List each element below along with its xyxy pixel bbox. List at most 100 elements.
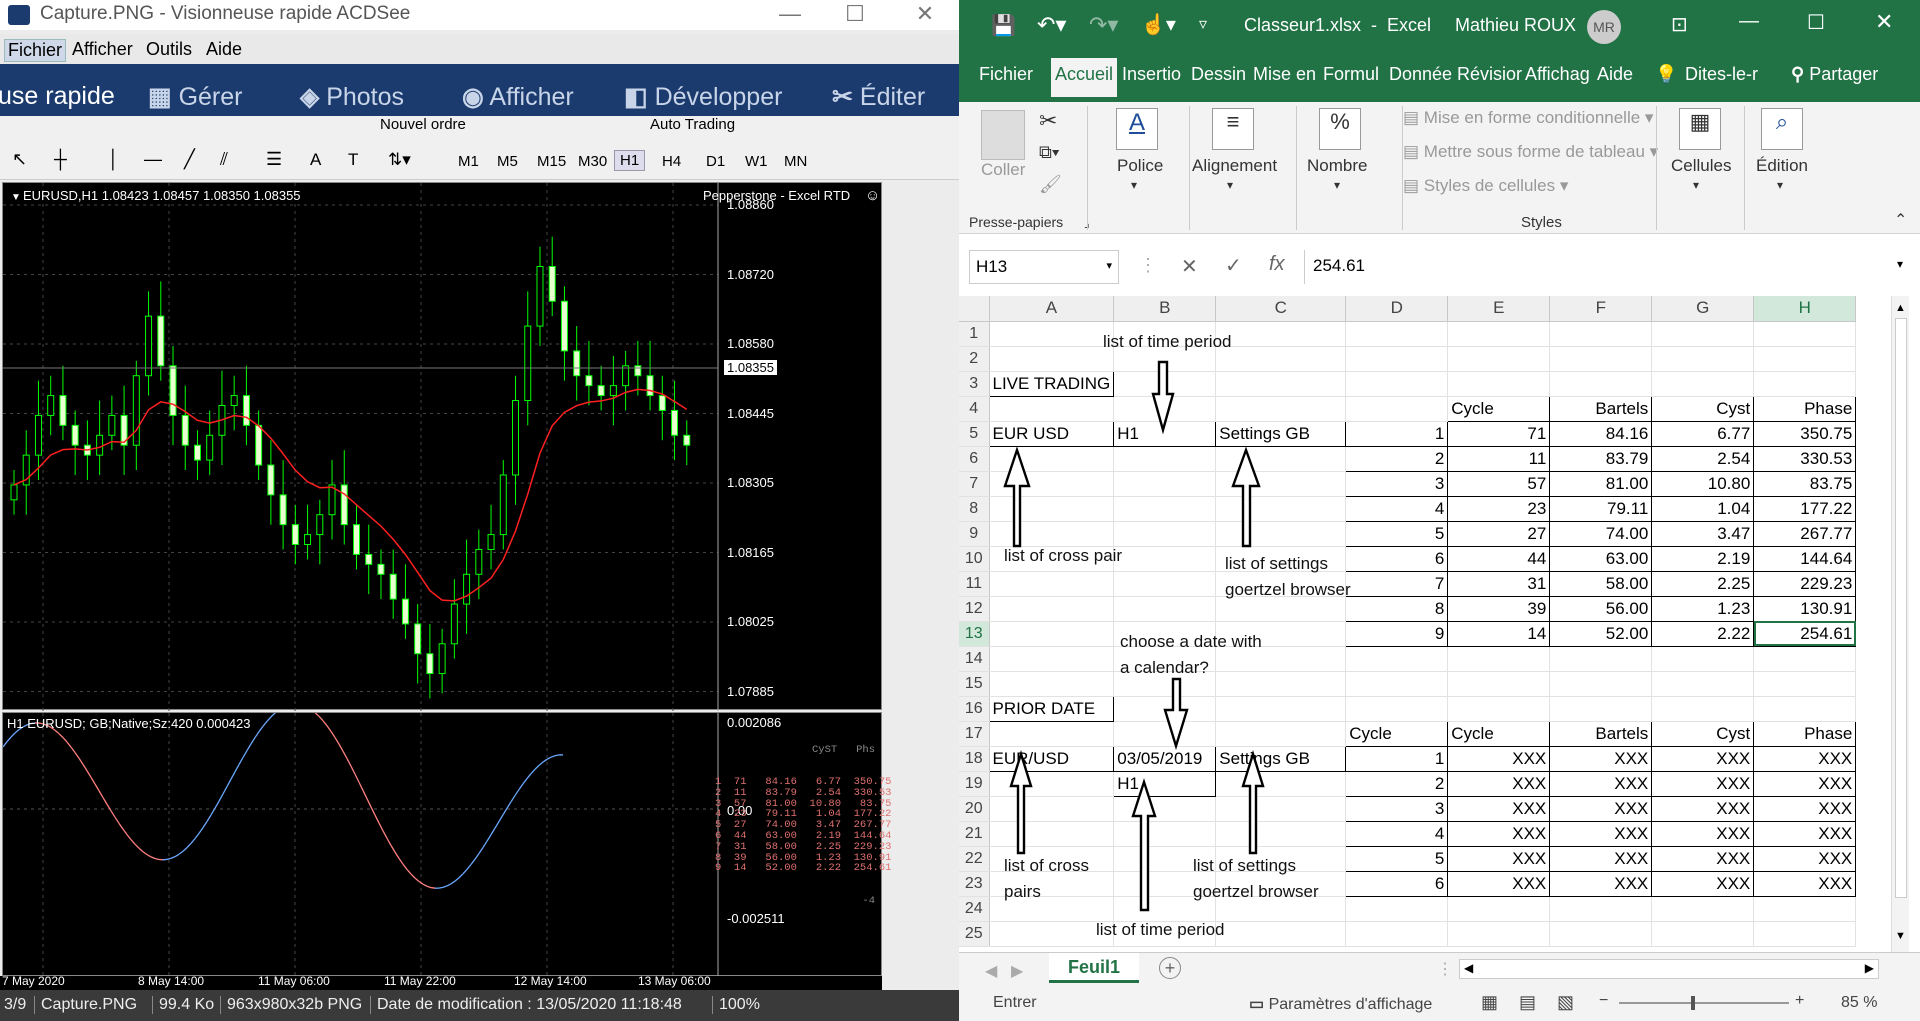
collapse-ribbon-icon[interactable]: ⌃ bbox=[1894, 210, 1907, 230]
format-as-table-button[interactable]: ▤ Mettre sous forme de tableau ▾ bbox=[1403, 142, 1658, 162]
trendline-icon[interactable]: ╱ bbox=[184, 149, 195, 170]
enter-icon[interactable]: ✓ bbox=[1225, 253, 1242, 278]
zoom-slider-thumb[interactable] bbox=[1691, 996, 1695, 1010]
cancel-icon[interactable]: ✕ bbox=[1181, 254, 1198, 279]
minimize-icon[interactable]: — bbox=[1739, 10, 1759, 33]
close-icon[interactable]: ✕ bbox=[895, 0, 955, 30]
text-icon[interactable]: A bbox=[310, 150, 321, 170]
label-icon[interactable]: T bbox=[348, 150, 358, 170]
formula-input[interactable]: 254.61 bbox=[1304, 250, 1912, 284]
tf-w1[interactable]: W1 bbox=[745, 153, 768, 170]
indicator-cycle-table: CyST Phs 1 71 84.16 6.77 350.75 2 11 83.7… bbox=[715, 723, 891, 928]
ribbon-display-icon[interactable]: ⊡ bbox=[1671, 12, 1688, 37]
touch-mode-icon[interactable]: ☝▾ bbox=[1141, 12, 1176, 37]
arrows-icon[interactable]: ⇅▾ bbox=[388, 150, 411, 170]
maximize-icon[interactable]: ☐ bbox=[825, 0, 885, 30]
customize-qat-icon[interactable]: ▿ bbox=[1199, 14, 1207, 34]
mode-photos[interactable]: ◈ Photos bbox=[300, 82, 404, 112]
editing-button[interactable]: Édition bbox=[1756, 156, 1808, 176]
auto-trading-button[interactable]: Auto Trading bbox=[650, 116, 735, 133]
menu-outils[interactable]: Outils bbox=[146, 39, 192, 60]
prev-sheet-icon[interactable]: ◀ bbox=[985, 961, 997, 981]
function-icon[interactable]: fx bbox=[1269, 253, 1285, 276]
mode-edit[interactable]: ✂ Éditer bbox=[832, 82, 925, 112]
tf-mn[interactable]: MN bbox=[784, 153, 807, 170]
share-button[interactable]: ⚲ Partager bbox=[1791, 64, 1878, 85]
scroll-right-icon[interactable]: ▶ bbox=[1865, 961, 1874, 975]
scroll-thumb[interactable] bbox=[1895, 318, 1907, 898]
mode-manage[interactable]: ▦ Gérer bbox=[148, 82, 242, 112]
number-button[interactable]: Nombre bbox=[1307, 156, 1367, 176]
expand-formula-icon[interactable]: ▾ bbox=[1897, 257, 1903, 271]
scroll-down-icon[interactable]: ▼ bbox=[1895, 930, 1906, 942]
normal-view-icon[interactable]: ▦ bbox=[1481, 992, 1498, 1013]
tf-m5[interactable]: M5 bbox=[497, 153, 518, 170]
indicator-header: H1 EURUSD; GB;Native;Sz:420 0.000423 bbox=[7, 716, 251, 731]
crosshair-icon[interactable]: ┼ bbox=[54, 149, 67, 170]
scroll-up-icon[interactable]: ▲ bbox=[1895, 302, 1906, 314]
tab-donnees[interactable]: Donnée bbox=[1389, 64, 1452, 85]
format-painter-icon[interactable]: 🖌 bbox=[1039, 174, 1062, 195]
fibonacci-icon[interactable]: ☰ bbox=[266, 149, 282, 170]
vertical-scrollbar[interactable]: ▲ ▼ bbox=[1891, 296, 1909, 952]
tab-revision[interactable]: Révisior bbox=[1457, 64, 1522, 85]
close-icon[interactable]: ✕ bbox=[1875, 9, 1893, 35]
tf-h1[interactable]: H1 bbox=[614, 150, 646, 171]
font-button[interactable]: Police bbox=[1117, 156, 1163, 176]
maximize-icon[interactable]: ☐ bbox=[1807, 10, 1825, 35]
tab-accueil[interactable]: Accueil bbox=[1051, 58, 1118, 97]
sheet-tab-feuil1[interactable]: Feuil1 bbox=[1049, 953, 1139, 983]
mode-develop[interactable]: ◧ Développer bbox=[624, 82, 782, 112]
cut-icon[interactable]: ✂ bbox=[1039, 108, 1057, 134]
cell-styles-button[interactable]: ▤ Styles de cellules ▾ bbox=[1403, 176, 1568, 196]
user-avatar[interactable]: MR bbox=[1587, 10, 1621, 44]
cells-button[interactable]: Cellules bbox=[1671, 156, 1731, 176]
copy-icon[interactable]: ⧉▾ bbox=[1039, 142, 1059, 163]
tab-affichage[interactable]: Affichag bbox=[1525, 64, 1590, 85]
mode-quick-view[interactable]: use rapide bbox=[0, 82, 115, 111]
zoom-slider[interactable] bbox=[1619, 996, 1789, 1010]
smiley-icon: ☺ bbox=[865, 187, 881, 204]
tf-m30[interactable]: M30 bbox=[578, 153, 607, 170]
menu-fichier[interactable]: Fichier bbox=[4, 39, 67, 62]
tf-m15[interactable]: M15 bbox=[537, 153, 566, 170]
minimize-icon[interactable]: — bbox=[760, 0, 820, 30]
conditional-formatting-button[interactable]: ▤ Mise en forme conditionnelle ▾ bbox=[1403, 108, 1653, 128]
tab-dessin[interactable]: Dessin bbox=[1191, 64, 1246, 85]
save-icon[interactable]: 💾 bbox=[991, 13, 1016, 38]
tf-d1[interactable]: D1 bbox=[706, 153, 725, 170]
vertical-line-icon[interactable]: │ bbox=[108, 149, 119, 170]
undo-icon[interactable]: ↶▾ bbox=[1037, 12, 1066, 38]
menu-aide[interactable]: Aide bbox=[206, 39, 242, 60]
price-tick: 1.08860 bbox=[727, 197, 774, 212]
next-sheet-icon[interactable]: ▶ bbox=[1011, 961, 1023, 981]
add-sheet-icon[interactable]: + bbox=[1159, 957, 1181, 979]
display-settings-button[interactable]: ▭ Paramètres d'affichage bbox=[1249, 994, 1432, 1014]
page-break-icon[interactable]: ▧ bbox=[1557, 992, 1574, 1013]
tf-h4[interactable]: H4 bbox=[662, 153, 681, 170]
tab-fichier[interactable]: Fichier bbox=[979, 64, 1033, 85]
name-box[interactable]: H13 ▾ bbox=[969, 250, 1119, 284]
tf-m1[interactable]: M1 bbox=[458, 153, 479, 170]
scroll-left-icon[interactable]: ◀ bbox=[1464, 961, 1473, 975]
redo-icon[interactable]: ↷▾ bbox=[1089, 12, 1118, 38]
tab-insertion[interactable]: Insertio bbox=[1122, 64, 1181, 85]
current-price-label: 1.08355 bbox=[724, 360, 777, 375]
zoom-level[interactable]: 85 % bbox=[1841, 994, 1877, 1012]
tab-aide[interactable]: Aide bbox=[1597, 64, 1633, 85]
zoom-in-icon[interactable]: + bbox=[1795, 992, 1804, 1010]
page-layout-icon[interactable]: ▤ bbox=[1519, 992, 1536, 1013]
menu-afficher[interactable]: Afficher bbox=[72, 39, 133, 60]
cursor-icon[interactable]: ↖ bbox=[12, 149, 27, 170]
mode-view[interactable]: ◉ Afficher bbox=[462, 82, 574, 112]
alignment-button[interactable]: Alignement bbox=[1192, 156, 1277, 176]
tell-me-box[interactable]: Dites-le-r bbox=[1685, 64, 1758, 85]
tab-formules[interactable]: Formul bbox=[1323, 64, 1379, 85]
tab-mise-en-page[interactable]: Mise en bbox=[1253, 64, 1316, 85]
horizontal-line-icon[interactable]: — bbox=[144, 149, 162, 170]
channel-icon[interactable]: ⫽ bbox=[220, 149, 228, 170]
horizontal-scrollbar[interactable]: ◀ ▶ bbox=[1459, 959, 1879, 979]
zoom-out-icon[interactable]: − bbox=[1599, 992, 1608, 1010]
new-order-button[interactable]: Nouvel ordre bbox=[380, 116, 466, 133]
paste-button[interactable]: Coller bbox=[981, 160, 1025, 180]
